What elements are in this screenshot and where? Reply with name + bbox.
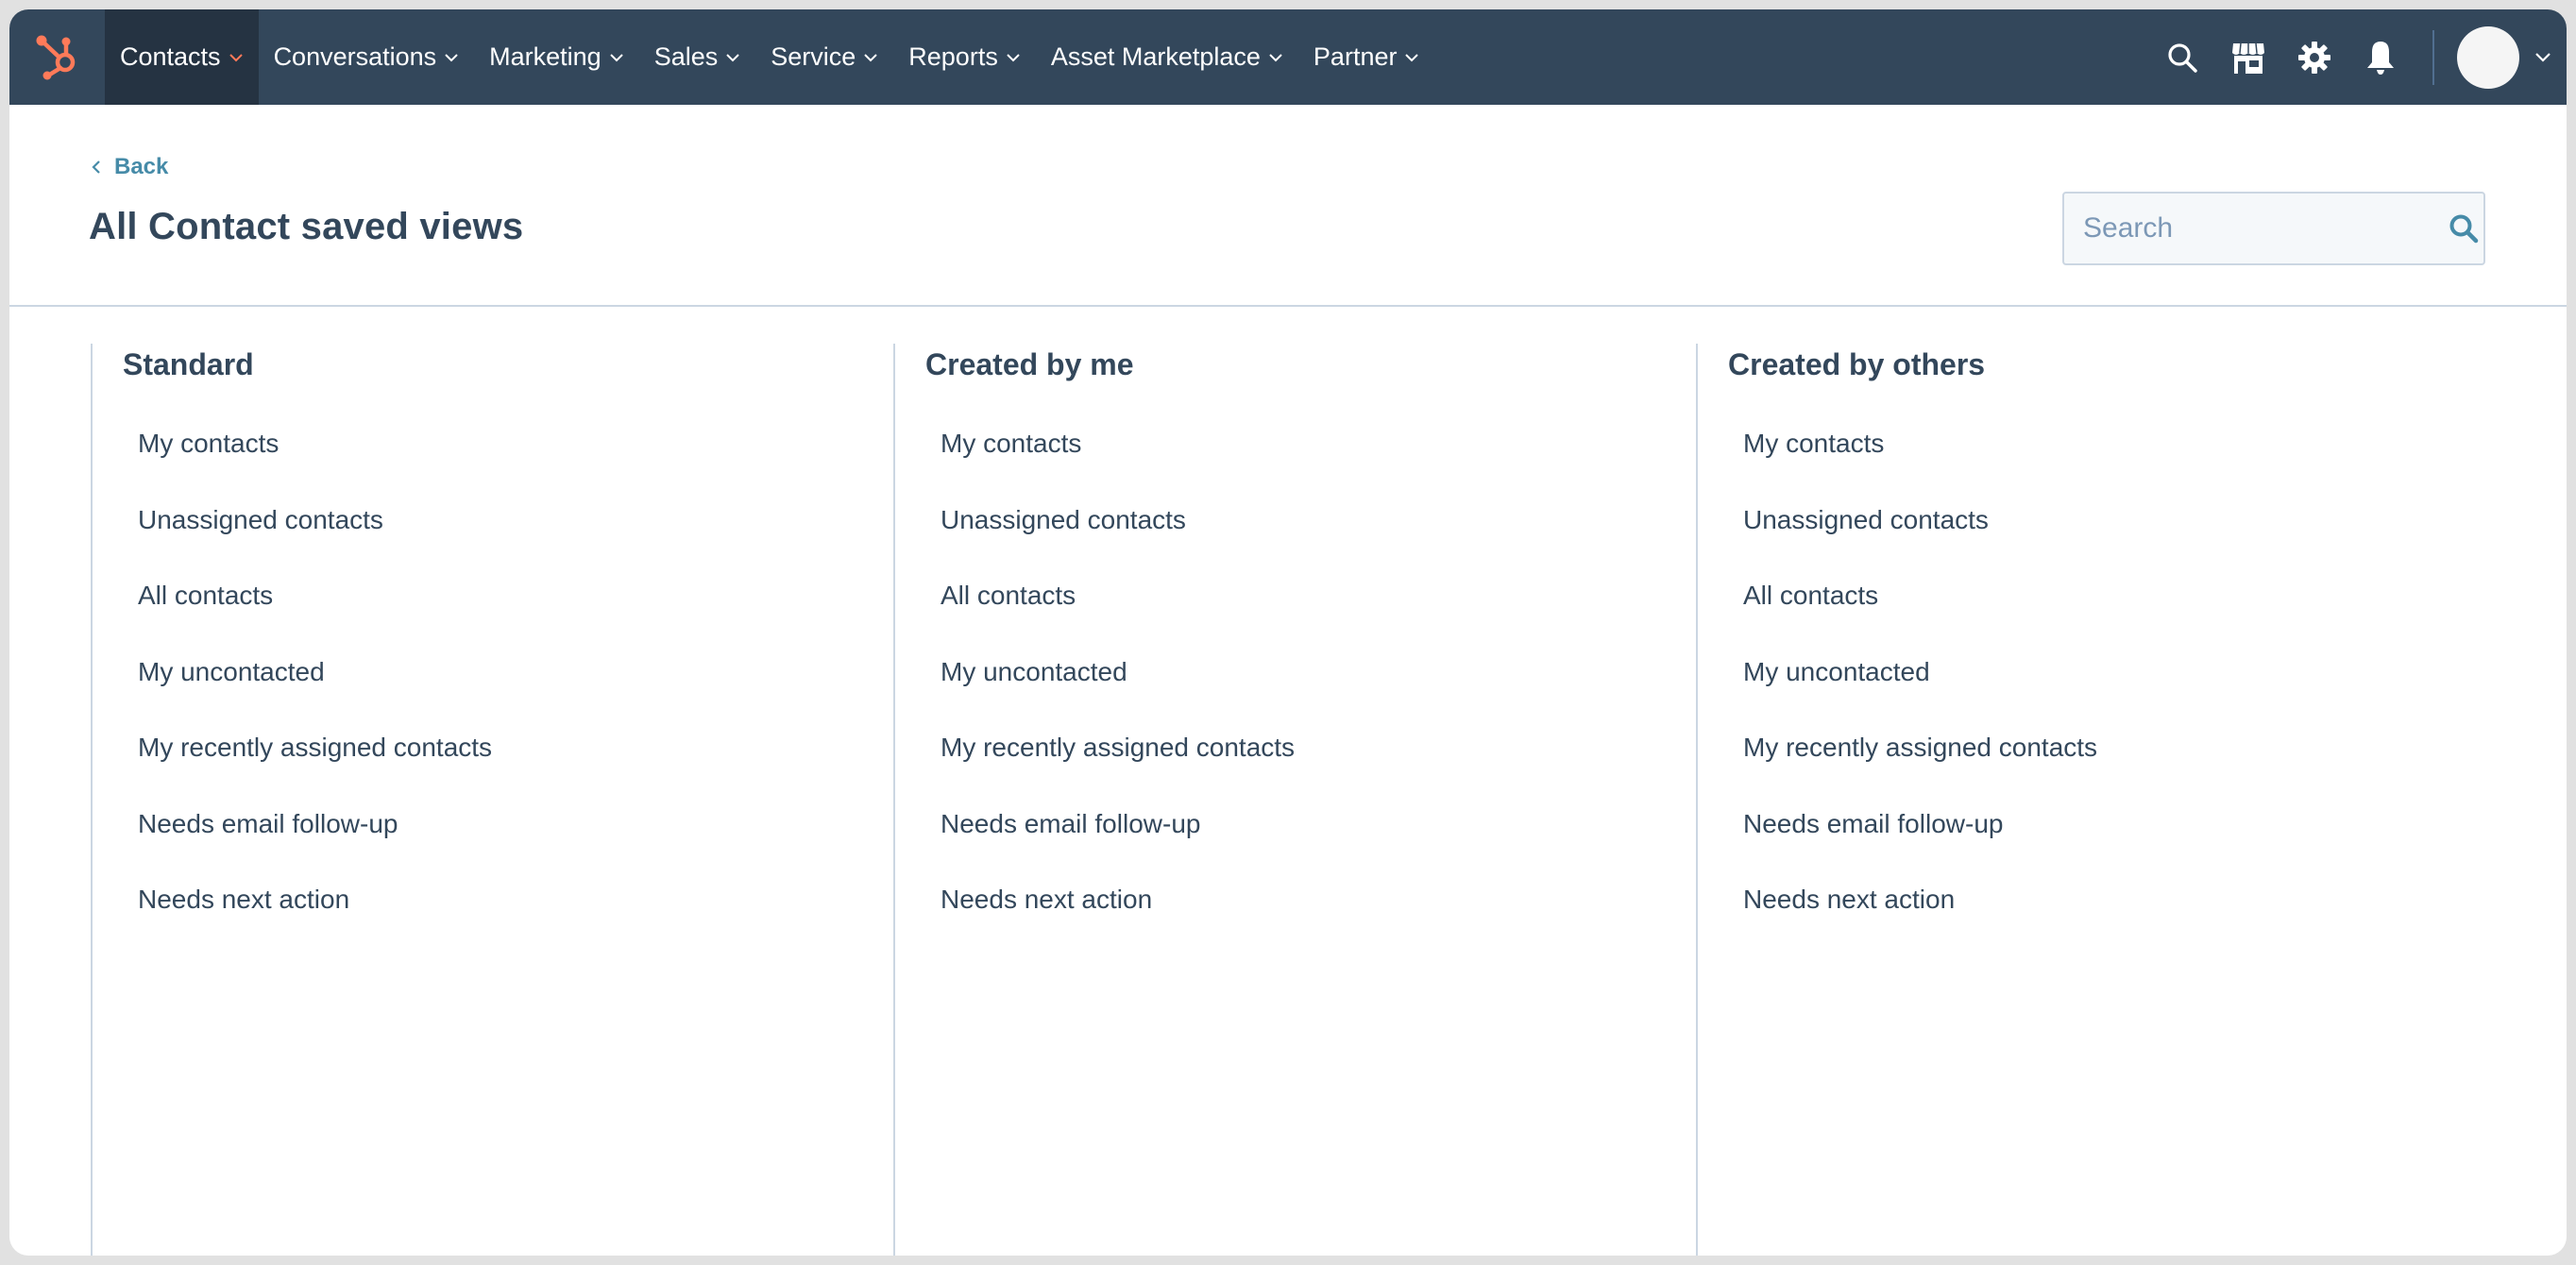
column-heading: Created by others (1728, 347, 1986, 381)
column-heading: Standard (123, 347, 254, 381)
saved-view-item[interactable]: My recently assigned contacts (1728, 733, 2499, 809)
saved-view-item[interactable]: Unassigned contacts (925, 505, 1696, 582)
nav-item-label: Marketing (489, 42, 602, 71)
nav-utilities (2149, 9, 2567, 105)
chevron-down-icon (609, 53, 624, 62)
nav-item-contacts[interactable]: Contacts (105, 9, 259, 105)
nav-item-reports[interactable]: Reports (893, 9, 1036, 105)
marketplace-icon (2232, 42, 2264, 74)
column-heading: Created by me (925, 347, 1134, 381)
global-search-button[interactable] (2149, 9, 2215, 105)
saved-views-columns: Standard My contacts Unassigned contacts… (91, 344, 2567, 1256)
chevron-down-icon (444, 53, 459, 62)
hubspot-sprocket-icon (36, 35, 75, 79)
saved-view-item[interactable]: Needs email follow-up (123, 809, 893, 886)
saved-view-item[interactable]: All contacts (925, 581, 1696, 657)
saved-view-item[interactable]: Needs next action (1728, 885, 2499, 961)
saved-view-item[interactable]: Needs next action (123, 885, 893, 961)
nav-item-partner[interactable]: Partner (1298, 9, 1435, 105)
saved-view-item[interactable]: Needs next action (925, 885, 1696, 961)
back-label: Back (114, 154, 169, 179)
nav-item-label: Sales (653, 42, 719, 71)
chevron-down-icon (2535, 53, 2551, 62)
column-created-by-others: Created by others My contacts Unassigned… (1696, 344, 2499, 1256)
saved-view-item[interactable]: My contacts (123, 429, 893, 505)
nav-item-label: Conversations (273, 42, 437, 71)
saved-view-item[interactable]: My contacts (925, 429, 1696, 505)
saved-view-item[interactable]: My uncontacted (123, 657, 893, 734)
saved-view-item[interactable]: My recently assigned contacts (925, 733, 1696, 809)
nav-item-marketing[interactable]: Marketing (474, 9, 639, 105)
search-input[interactable] (2083, 212, 2448, 245)
saved-views-list: My contacts Unassigned contacts All cont… (123, 429, 893, 961)
user-avatar[interactable] (2457, 25, 2519, 89)
saved-view-item[interactable]: All contacts (1728, 581, 2499, 657)
account-menu-toggle[interactable] (2519, 9, 2567, 105)
nav-divider (2432, 29, 2434, 85)
top-navigation: Contacts Conversations Marketing Sales S… (9, 9, 2567, 105)
nav-item-sales[interactable]: Sales (639, 9, 756, 105)
nav-item-service[interactable]: Service (755, 9, 893, 105)
saved-view-item[interactable]: My uncontacted (925, 657, 1696, 734)
nav-item-conversations[interactable]: Conversations (259, 9, 475, 105)
search-icon (2168, 42, 2197, 73)
hubspot-logo[interactable] (9, 9, 105, 105)
saved-view-item[interactable]: My uncontacted (1728, 657, 2499, 734)
saved-view-item[interactable]: Unassigned contacts (1728, 505, 2499, 582)
chevron-down-icon (1006, 53, 1021, 62)
page-title: All Contact saved views (89, 206, 524, 247)
app-window: Contacts Conversations Marketing Sales S… (9, 9, 2567, 1256)
chevron-left-icon (92, 160, 101, 175)
nav-item-label: Contacts (120, 42, 221, 71)
saved-view-item[interactable]: All contacts (123, 581, 893, 657)
gear-icon (2298, 41, 2330, 74)
saved-views-list: My contacts Unassigned contacts All cont… (1728, 429, 2499, 961)
chevron-down-icon (863, 53, 878, 62)
search-submit-button[interactable] (2448, 212, 2480, 245)
saved-view-item[interactable]: My contacts (1728, 429, 2499, 505)
bell-icon (2367, 41, 2394, 75)
search-icon (2449, 214, 2479, 244)
column-standard: Standard My contacts Unassigned contacts… (91, 344, 893, 1256)
chevron-down-icon (725, 53, 740, 62)
saved-view-item[interactable]: Unassigned contacts (123, 505, 893, 582)
chevron-down-icon (1404, 53, 1419, 62)
nav-item-label: Partner (1313, 42, 1398, 71)
saved-view-item[interactable]: My recently assigned contacts (123, 733, 893, 809)
nav-item-asset-marketplace[interactable]: Asset Marketplace (1036, 9, 1298, 105)
notifications-button[interactable] (2347, 9, 2414, 105)
settings-button[interactable] (2281, 9, 2347, 105)
saved-views-list: My contacts Unassigned contacts All cont… (925, 429, 1696, 961)
nav-item-label: Reports (908, 42, 998, 71)
nav-item-label: Service (771, 42, 856, 71)
main-menu: Contacts Conversations Marketing Sales S… (105, 9, 1434, 105)
search-field[interactable] (2062, 192, 2485, 265)
back-link[interactable]: Back (92, 154, 168, 180)
marketplace-button[interactable] (2215, 9, 2281, 105)
header-divider (9, 305, 2567, 307)
saved-view-item[interactable]: Needs email follow-up (1728, 809, 2499, 886)
chevron-down-icon (1268, 53, 1283, 62)
column-created-by-me: Created by me My contacts Unassigned con… (893, 344, 1696, 1256)
saved-view-item[interactable]: Needs email follow-up (925, 809, 1696, 886)
nav-item-label: Asset Marketplace (1050, 42, 1261, 71)
chevron-down-icon (229, 53, 244, 62)
